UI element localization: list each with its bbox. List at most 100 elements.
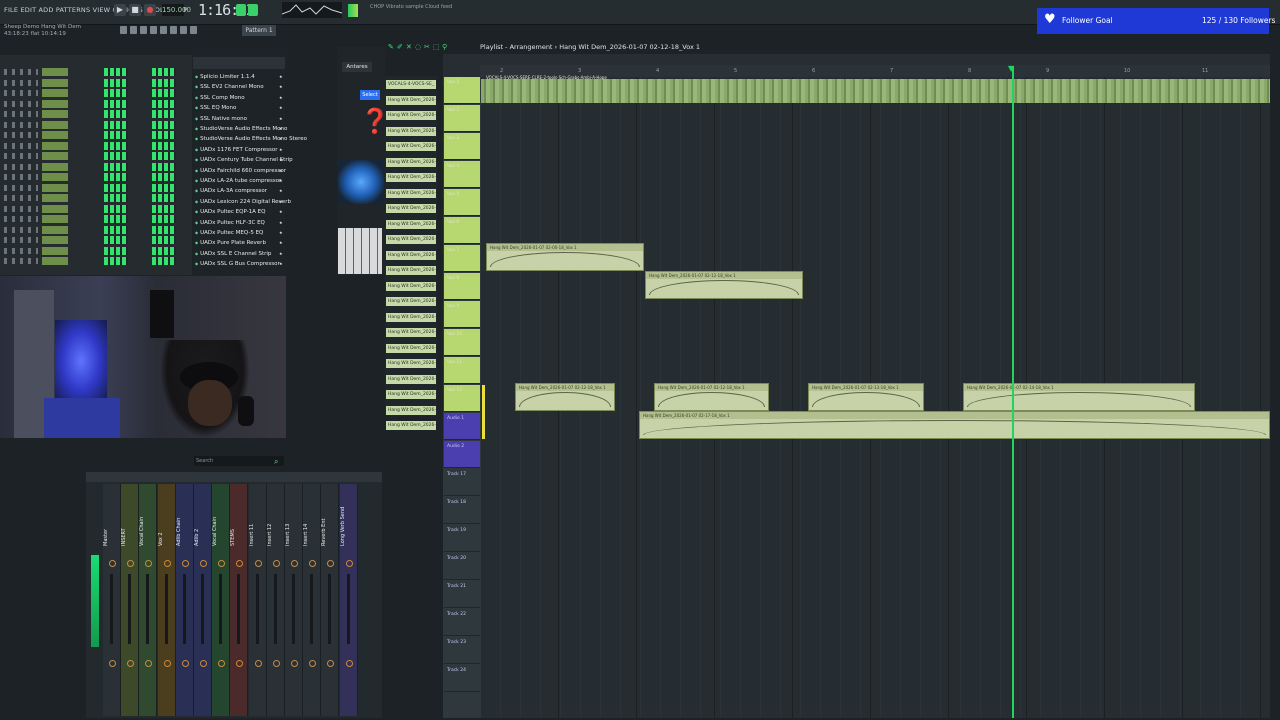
clip-source-item[interactable]: Hang Wit Dem_2026-01- <box>386 297 436 306</box>
channel-name-button[interactable] <box>42 225 68 234</box>
channel-row[interactable] <box>0 214 192 224</box>
track-header[interactable]: Track 18 <box>444 497 480 524</box>
channel-name-button[interactable] <box>42 120 68 129</box>
stop-icon[interactable]: ■ <box>129 4 141 16</box>
brush-icon[interactable]: ✐ <box>397 43 403 51</box>
channel-name-button[interactable] <box>42 215 68 223</box>
channel-mute-leds[interactable] <box>4 111 38 117</box>
plugin-list-item[interactable]: StudioVerse Audio Effects Mono Stereo <box>195 136 307 142</box>
channel-mute-leds[interactable] <box>4 100 38 107</box>
snap-icon[interactable] <box>120 26 127 34</box>
volume-fader[interactable] <box>182 574 186 644</box>
channel-row[interactable] <box>0 204 192 214</box>
plugin-list-item[interactable]: Splicio Limiter 1.1.4 <box>195 74 282 80</box>
play-icon[interactable]: ▶ <box>114 4 126 16</box>
plugin-list-item[interactable]: UADx Pultec EQP-1A EQ <box>195 209 283 215</box>
record-icon[interactable]: ● <box>144 4 156 16</box>
step-sequencer[interactable] <box>104 225 128 234</box>
plugin-list-item[interactable]: SSL Native mono <box>195 116 283 122</box>
channel-row[interactable] <box>0 151 192 161</box>
pan-knob-icon[interactable] <box>345 560 353 567</box>
step-sequencer[interactable] <box>104 131 128 139</box>
track-header[interactable]: Track 21 <box>444 581 480 608</box>
plugin-vendor-title[interactable]: Antares <box>342 62 372 72</box>
clip-source-item[interactable]: Hang Wit Dem_2026-01- <box>386 390 436 399</box>
step-sequencer[interactable] <box>152 246 176 255</box>
volume-fader[interactable] <box>164 574 168 644</box>
volume-fader[interactable] <box>110 574 113 644</box>
track-header[interactable]: Vox 9 <box>444 301 480 328</box>
clip-source-item[interactable]: Hang Wit Dem_2026-01- <box>386 266 436 275</box>
plugin-list-item[interactable]: SSL EQ Mono <box>195 105 283 111</box>
step-sequencer[interactable] <box>152 141 176 150</box>
volume-fader[interactable] <box>310 574 314 644</box>
step-sequencer[interactable] <box>104 183 128 192</box>
channel-mute-leds[interactable] <box>4 226 38 233</box>
plugin-list-item[interactable]: UADx LA-2A tube compressor <box>195 178 283 184</box>
clip-source-item[interactable]: Hang Wit Dem_2026-01- <box>386 343 436 353</box>
clip-source-item[interactable]: Hang Wit Dem_2026-01-07 <box>386 142 436 151</box>
send-knob-icon[interactable] <box>109 660 116 667</box>
clip-source-item[interactable]: Hang Wit Dem_2026-01- <box>386 250 436 260</box>
channel-mute-leds[interactable] <box>4 69 38 75</box>
track-header[interactable]: Track 20 <box>444 553 480 580</box>
channel-row[interactable] <box>0 120 192 130</box>
channel-name-button[interactable] <box>42 173 68 181</box>
clip-source-item[interactable]: Hang Wit Dem_2026-01- <box>386 188 436 198</box>
step-sequencer[interactable] <box>152 131 176 139</box>
step-sequencer[interactable] <box>104 215 128 223</box>
step-sequencer[interactable] <box>104 68 128 76</box>
track-header[interactable]: Track 23 <box>444 637 480 664</box>
step-sequencer[interactable] <box>104 152 128 160</box>
step-sequencer[interactable] <box>104 246 128 255</box>
step-sequencer[interactable] <box>152 194 176 202</box>
track-header[interactable]: Vox 1 <box>444 77 480 104</box>
channel-mute-leds[interactable] <box>4 205 38 212</box>
audio-clip-full[interactable] <box>481 79 1270 103</box>
clip-source-item[interactable]: Hang Wit Dem_2026-01- <box>386 359 436 368</box>
audio-clip[interactable]: Hang Wit Dem_2026-01-07 02-14-18_Vox 1 <box>963 383 1195 411</box>
audio-clip[interactable]: Hang Wit Dem_2026-01-07 02-12-18_Vox 1 <box>645 271 803 299</box>
clip-source-item[interactable]: Hang Wit Dem_2026-01- <box>386 235 436 244</box>
step-sequencer[interactable] <box>152 110 176 118</box>
volume-fader[interactable] <box>346 574 350 644</box>
main-menu[interactable]: FILE EDIT ADD PATTERNS VIEW OPTIONS TOOL… <box>4 6 188 14</box>
channel-mute-leds[interactable] <box>4 90 38 96</box>
channel-name-button[interactable] <box>42 246 68 255</box>
pan-knob-icon[interactable] <box>163 560 171 567</box>
channel-mute-leds[interactable] <box>4 79 38 86</box>
channel-name-button[interactable] <box>42 89 68 97</box>
plugin-select-button[interactable]: Select <box>360 90 380 100</box>
channel-name-button[interactable] <box>42 68 68 76</box>
channel-name-button[interactable] <box>42 131 68 139</box>
send-knob-icon[interactable] <box>291 660 298 667</box>
channel-name-button[interactable] <box>42 194 68 202</box>
search-icon[interactable]: ⌕ <box>274 457 278 467</box>
pan-knob-icon[interactable] <box>109 560 116 567</box>
track-header[interactable]: Vox 10 <box>444 329 480 356</box>
channel-mute-leds[interactable] <box>4 237 38 243</box>
plugin-list-item[interactable]: SSL EV2 Channel Mono <box>195 84 282 90</box>
clip-source-item[interactable]: Hang Wit Dem_2026-01- <box>386 157 436 167</box>
channel-name-button[interactable] <box>42 236 68 244</box>
track-header[interactable]: Track 22 <box>444 609 480 636</box>
step-sequencer[interactable] <box>152 257 176 265</box>
step-sequencer[interactable] <box>152 162 176 171</box>
channel-row[interactable] <box>0 99 192 109</box>
track-header[interactable]: Track 24 <box>444 665 480 692</box>
step-sequencer[interactable] <box>152 236 176 244</box>
paint-icon[interactable] <box>140 26 147 34</box>
pan-knob-icon[interactable] <box>200 560 207 567</box>
track-header[interactable]: Audio 2 <box>444 441 480 468</box>
channel-name-button[interactable] <box>42 204 68 213</box>
slice-icon[interactable] <box>170 26 177 34</box>
clip-source-item[interactable]: Hang Wit Dem_2026-01- <box>386 374 436 384</box>
audio-clip[interactable]: Hang Wit Dem_2026-01-07 02-17-18_Vox 1 <box>639 411 1270 439</box>
plugin-list-item[interactable]: SSL Comp Mono <box>195 95 282 101</box>
mute-icon[interactable] <box>160 26 167 34</box>
audio-clip[interactable]: Hang Wit Dem_2026-01-07 02-12-18_Vox 1 <box>515 383 615 411</box>
channel-row[interactable] <box>0 130 192 140</box>
playhead[interactable] <box>1012 66 1014 718</box>
volume-fader[interactable] <box>219 574 223 644</box>
channel-name-button[interactable] <box>42 183 68 192</box>
